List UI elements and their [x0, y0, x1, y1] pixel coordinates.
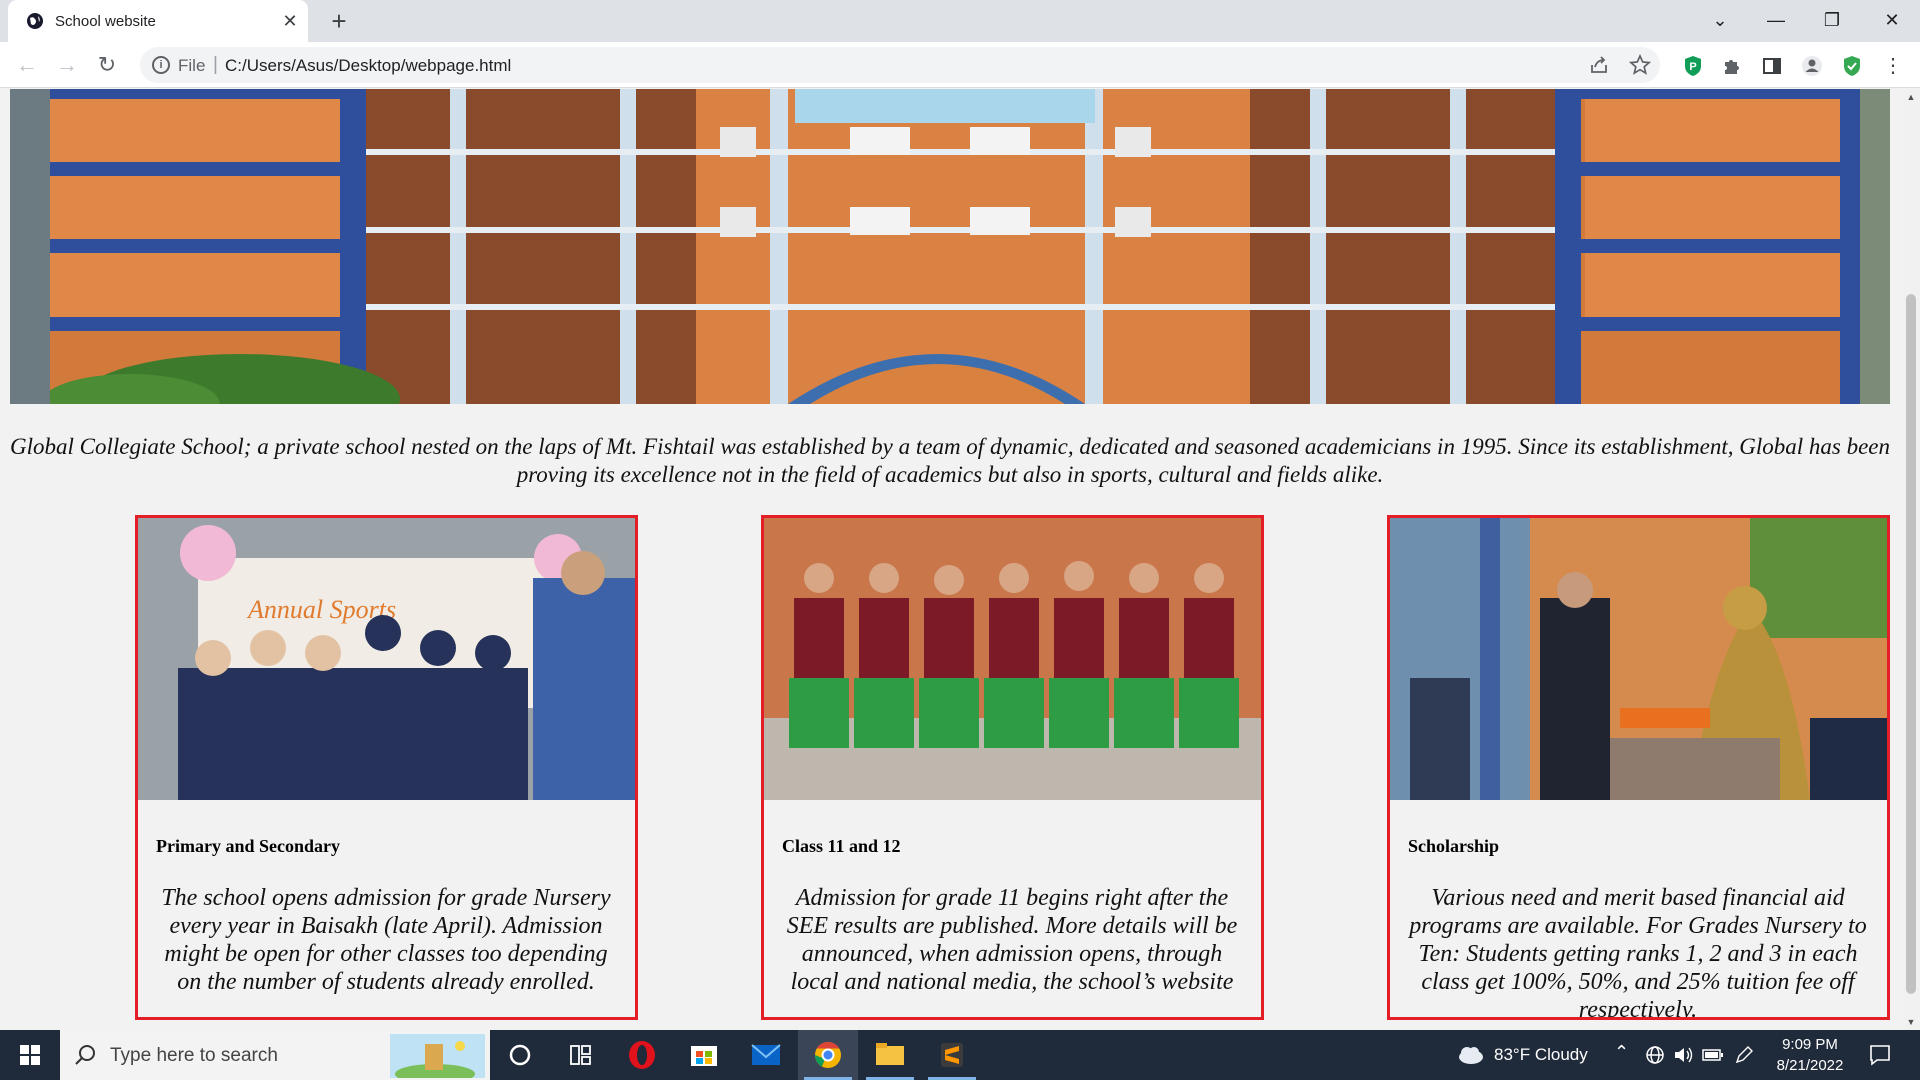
- mail-icon[interactable]: [736, 1030, 796, 1080]
- search-highlight-illustration: [390, 1034, 485, 1078]
- scroll-up-arrow-icon[interactable]: ▲: [1902, 89, 1920, 105]
- taskbar-clock[interactable]: 9:09 PM 8/21/2022: [1760, 1034, 1860, 1076]
- scrollbar-thumb[interactable]: [1906, 294, 1916, 994]
- opera-icon[interactable]: [612, 1030, 672, 1080]
- address-bar[interactable]: i File | C:/Users/Asus/Desktop/webpage.h…: [140, 47, 1660, 83]
- close-window-button[interactable]: ✕: [1864, 0, 1920, 42]
- card-text: Various need and merit based financial a…: [1409, 885, 1867, 1020]
- forward-button[interactable]: →: [52, 50, 82, 80]
- task-view-icon[interactable]: [550, 1030, 610, 1080]
- search-icon: [75, 1045, 95, 1065]
- side-panel-icon[interactable]: [1761, 55, 1783, 77]
- show-hidden-icons-chevron-icon[interactable]: ⌃: [1614, 1042, 1629, 1063]
- card-title: Class 11 and 12: [782, 836, 901, 856]
- page-viewport: Global Collegiate School; a private scho…: [0, 89, 1920, 1030]
- chrome-taskbar-button[interactable]: [798, 1030, 858, 1080]
- svg-text:P: P: [1689, 61, 1696, 73]
- bookmark-star-icon[interactable]: [1629, 54, 1651, 76]
- volume-icon[interactable]: [1673, 1045, 1695, 1065]
- card-title: Primary and Secondary: [156, 836, 340, 856]
- site-info-icon[interactable]: i: [152, 56, 170, 74]
- school-building-image: [10, 89, 1890, 404]
- tab-school-website[interactable]: School website ✕: [8, 0, 308, 42]
- microsoft-store-icon[interactable]: [674, 1030, 734, 1080]
- card-scholarship: Scholarship Various need and merit based…: [1387, 515, 1890, 1020]
- school-intro-text: Global Collegiate School; a private scho…: [10, 434, 1890, 487]
- back-button[interactable]: ←: [12, 50, 42, 80]
- card-primary-secondary: Annual Sports Primary and Secondary The …: [135, 515, 638, 1020]
- extensions-puzzle-icon[interactable]: [1721, 55, 1743, 77]
- restore-button[interactable]: ❐: [1804, 0, 1860, 42]
- globe-icon: [27, 13, 43, 29]
- network-globe-icon[interactable]: [1645, 1045, 1665, 1065]
- windows-taskbar: Type here to search 83°F Cloudy ⌃ 9:09 P…: [0, 1030, 1920, 1080]
- sublime-taskbar-button[interactable]: [922, 1030, 982, 1080]
- new-tab-button[interactable]: +: [324, 6, 354, 36]
- scroll-down-arrow-icon[interactable]: ▼: [1902, 1014, 1920, 1030]
- menu-dots-icon[interactable]: ⋮: [1882, 55, 1904, 77]
- url-separator: |: [213, 54, 218, 75]
- card-text: Admission for grade 11 begins right afte…: [786, 885, 1238, 995]
- tab-strip: School website ✕ + ⌄ — ❐ ✕: [0, 0, 1920, 42]
- battery-icon[interactable]: [1702, 1047, 1724, 1063]
- tab-title: School website: [55, 13, 156, 30]
- share-icon[interactable]: [1588, 54, 1610, 76]
- students-photo: Annual Sports: [138, 518, 635, 800]
- cortana-icon[interactable]: [490, 1030, 550, 1080]
- weather-text[interactable]: 83°F Cloudy: [1494, 1045, 1588, 1065]
- card-class-11-12: Class 11 and 12 Admission for grade 11 b…: [761, 515, 1264, 1020]
- minimize-button[interactable]: —: [1748, 0, 1804, 42]
- card-text: The school opens admission for grade Nur…: [161, 885, 611, 995]
- statue-ceremony-photo: [1390, 518, 1887, 800]
- cloudy-weather-icon: [1459, 1047, 1483, 1064]
- url-text[interactable]: C:/Users/Asus/Desktop/webpage.html: [225, 56, 511, 76]
- taskbar-search-box[interactable]: Type here to search: [60, 1030, 490, 1080]
- search-placeholder: Type here to search: [110, 1045, 278, 1066]
- dancers-photo: [764, 518, 1261, 800]
- profile-icon[interactable]: [1801, 55, 1823, 77]
- windows-start-icon[interactable]: [0, 1030, 60, 1080]
- chrome-icon: [815, 1041, 841, 1068]
- tab-close-icon[interactable]: ✕: [278, 9, 302, 33]
- clock-time: 9:09 PM: [1782, 1036, 1838, 1053]
- pen-workspace-icon[interactable]: [1734, 1045, 1754, 1065]
- reload-button[interactable]: ↻: [92, 50, 122, 80]
- notification-center-icon[interactable]: [1868, 1043, 1892, 1067]
- url-scheme: File: [178, 56, 206, 75]
- sublime-text-icon: [941, 1043, 963, 1067]
- shield-check-icon[interactable]: [1841, 55, 1863, 77]
- file-explorer-taskbar-button[interactable]: [860, 1030, 920, 1080]
- extension-p-icon[interactable]: P: [1682, 55, 1704, 77]
- clock-date: 8/21/2022: [1776, 1057, 1844, 1074]
- file-explorer-icon: [876, 1043, 904, 1065]
- tab-search-chevron-icon[interactable]: ⌄: [1692, 0, 1748, 42]
- page-scrollbar[interactable]: ▲ ▼: [1902, 89, 1920, 1030]
- card-title: Scholarship: [1408, 836, 1500, 856]
- browser-toolbar: ← → ↻ i File | C:/Users/Asus/Desktop/web…: [0, 42, 1920, 88]
